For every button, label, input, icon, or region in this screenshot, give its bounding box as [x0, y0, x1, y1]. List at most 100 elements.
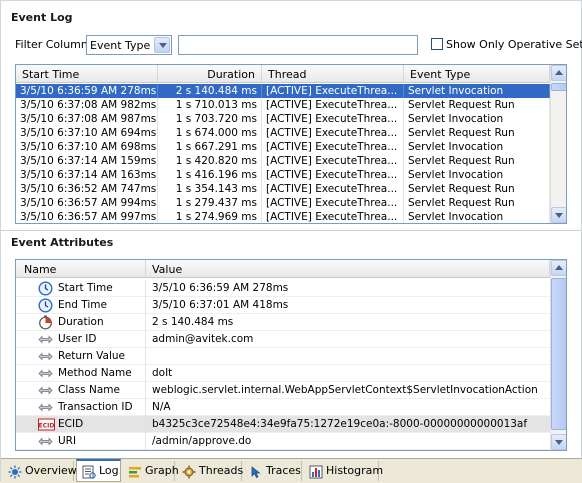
column-header-duration[interactable]: Duration [158, 65, 262, 83]
thread-cell: [ACTIVE] ExecuteThrea... [262, 84, 404, 98]
attribute-name-cell: End Time [16, 297, 146, 314]
table-row[interactable]: 3/5/10 6:37:14 AM 163ms 1 s 416.196 ms [AC… [16, 168, 550, 182]
event-attributes-table: Name Value Start Time 3/5/10 6:36:59 AM 2… [15, 259, 567, 451]
event-type-cell: Servlet Request Run [404, 182, 550, 196]
scroll-thumb[interactable] [551, 83, 566, 91]
svg-text:ECID: ECID [39, 423, 55, 430]
column-header-start-time[interactable]: Start Time [16, 65, 158, 83]
view-tabs: Overview Log Graph Threads Traces Histogram [1, 458, 582, 483]
attribute-name-cell: Method Name [16, 365, 146, 382]
start-time-cell: 3/5/10 6:36:59 AM 278ms [16, 84, 158, 98]
attribute-icon [38, 400, 53, 415]
attribute-name-cell: Return Value [16, 348, 146, 365]
attribute-row[interactable]: End Time 3/5/10 6:37:01 AM 418ms [16, 297, 550, 314]
filter-column-select[interactable]: Event Type [86, 35, 172, 55]
attribute-name: Transaction ID [58, 401, 133, 413]
column-header-value[interactable]: Value [146, 260, 550, 278]
scroll-down-button[interactable] [551, 434, 566, 450]
column-header-event-type[interactable]: Event Type [404, 65, 550, 83]
stopwatch-icon [38, 315, 53, 330]
tab-traces[interactable]: Traces [244, 461, 302, 481]
attribute-row[interactable]: Return Value [16, 348, 550, 365]
attribute-icon [38, 434, 53, 449]
table-row[interactable]: 3/5/10 6:37:08 AM 987ms 1 s 703.720 ms [AC… [16, 112, 550, 126]
table-row[interactable]: 3/5/10 6:36:52 AM 747ms 1 s 354.143 ms [AC… [16, 182, 550, 196]
tab-threads[interactable]: Threads [177, 461, 243, 481]
start-time-cell: 3/5/10 6:36:57 AM 997ms [16, 210, 158, 223]
attribute-row[interactable]: Start Time 3/5/10 6:36:59 AM 278ms [16, 280, 550, 297]
log-icon [82, 465, 96, 479]
attribute-value: 3/5/10 6:37:01 AM 418ms [152, 299, 289, 311]
scroll-up-button[interactable] [551, 260, 566, 276]
scroll-thumb[interactable] [551, 278, 566, 430]
attribute-row[interactable]: Transaction ID N/A [16, 399, 550, 416]
scroll-up-button[interactable] [551, 65, 566, 81]
event-type-cell: Servlet Invocation [404, 168, 550, 182]
attribute-name-cell: Duration [16, 314, 146, 331]
attribute-name: Start Time [58, 282, 113, 294]
threads-icon [182, 465, 196, 479]
attribute-name: ECID [58, 418, 84, 430]
attribute-row[interactable]: ECID ECID b4325c3ce72548e4:34e9fa75:1272e1… [16, 416, 550, 433]
column-header-thread[interactable]: Thread [262, 65, 404, 83]
table-row[interactable]: 3/5/10 6:36:57 AM 994ms 1 s 279.437 ms [AC… [16, 196, 550, 210]
thread-cell: [ACTIVE] ExecuteThrea... [262, 210, 404, 223]
event-attributes-scrollbar[interactable] [550, 260, 566, 450]
tab-label: Overview [25, 464, 77, 477]
attribute-name-cell: User ID [16, 331, 146, 348]
thread-cell: [ACTIVE] ExecuteThrea... [262, 154, 404, 168]
start-time-cell: 3/5/10 6:37:10 AM 698ms [16, 140, 158, 154]
table-row[interactable]: 3/5/10 6:36:57 AM 997ms 1 s 274.969 ms [AC… [16, 210, 550, 223]
event-attributes-title: Event Attributes [11, 236, 114, 249]
tab-label: Traces [266, 464, 301, 477]
graph-icon [128, 465, 142, 479]
tab-graph[interactable]: Graph [123, 461, 179, 481]
event-log-scrollbar[interactable] [550, 65, 566, 223]
attribute-name-cell: Transaction ID [16, 399, 146, 416]
table-row[interactable]: 3/5/10 6:37:08 AM 982ms 1 s 710.013 ms [AC… [16, 98, 550, 112]
event-log-title: Event Log [11, 11, 73, 24]
column-header-name[interactable]: Name [16, 260, 146, 278]
attribute-row[interactable]: Method Name doIt [16, 365, 550, 382]
attribute-row[interactable]: Duration 2 s 140.484 ms [16, 314, 550, 331]
traces-icon [249, 465, 263, 479]
scroll-down-button[interactable] [551, 207, 566, 223]
attribute-icon [38, 383, 53, 398]
thread-cell: [ACTIVE] ExecuteThrea... [262, 112, 404, 126]
table-row[interactable]: 3/5/10 6:37:10 AM 698ms 1 s 667.291 ms [AC… [16, 140, 550, 154]
duration-cell: 1 s 420.820 ms [158, 154, 262, 168]
event-type-cell: Servlet Invocation [404, 210, 550, 223]
attribute-row[interactable]: Class Name weblogic.servlet.internal.WebA… [16, 382, 550, 399]
event-type-cell: Servlet Request Run [404, 126, 550, 140]
table-row[interactable]: 3/5/10 6:37:10 AM 694ms 1 s 674.000 ms [AC… [16, 126, 550, 140]
event-type-cell: Servlet Invocation [404, 140, 550, 154]
attribute-icon [38, 332, 53, 347]
thread-cell: [ACTIVE] ExecuteThrea... [262, 196, 404, 210]
tab-overview[interactable]: Overview [3, 461, 77, 481]
chevron-down-icon[interactable] [154, 37, 170, 53]
tab-histogram[interactable]: Histogram [304, 461, 383, 481]
attribute-row[interactable]: URI/admin/approve.do [16, 433, 550, 450]
attribute-name: Return Value [58, 350, 126, 362]
attribute-name: Class Name [58, 384, 120, 396]
start-time-cell: 3/5/10 6:37:08 AM 987ms [16, 112, 158, 126]
table-row[interactable]: 3/5/10 6:36:59 AM 278ms 2 s 140.484 ms [AC… [16, 84, 550, 98]
show-only-operative-set-checkbox[interactable] [431, 38, 443, 50]
attribute-icon [38, 366, 53, 381]
duration-cell: 1 s 416.196 ms [158, 168, 262, 182]
attribute-value: N/A [152, 401, 171, 413]
attribute-row[interactable]: User ID admin@avitek.com [16, 331, 550, 348]
event-log-table: Start Time Duration Thread Event Type 3/… [15, 64, 567, 224]
attribute-name: End Time [58, 299, 107, 311]
table-row[interactable]: 3/5/10 6:37:14 AM 159ms 1 s 420.820 ms [AC… [16, 154, 550, 168]
thread-cell: [ACTIVE] ExecuteThrea... [262, 98, 404, 112]
filter-text-input[interactable] [178, 35, 418, 55]
tab-label: Histogram [326, 464, 384, 477]
tab-log[interactable]: Log [76, 459, 121, 482]
duration-cell: 1 s 274.969 ms [158, 210, 262, 223]
attribute-name-cell: ECID ECID [16, 416, 146, 433]
attribute-value: b4325c3ce72548e4:34e9fa75:1272e19ce0a:-8… [152, 418, 528, 430]
event-type-cell: Servlet Request Run [404, 98, 550, 112]
start-time-cell: 3/5/10 6:37:08 AM 982ms [16, 98, 158, 112]
overview-icon [8, 465, 22, 479]
